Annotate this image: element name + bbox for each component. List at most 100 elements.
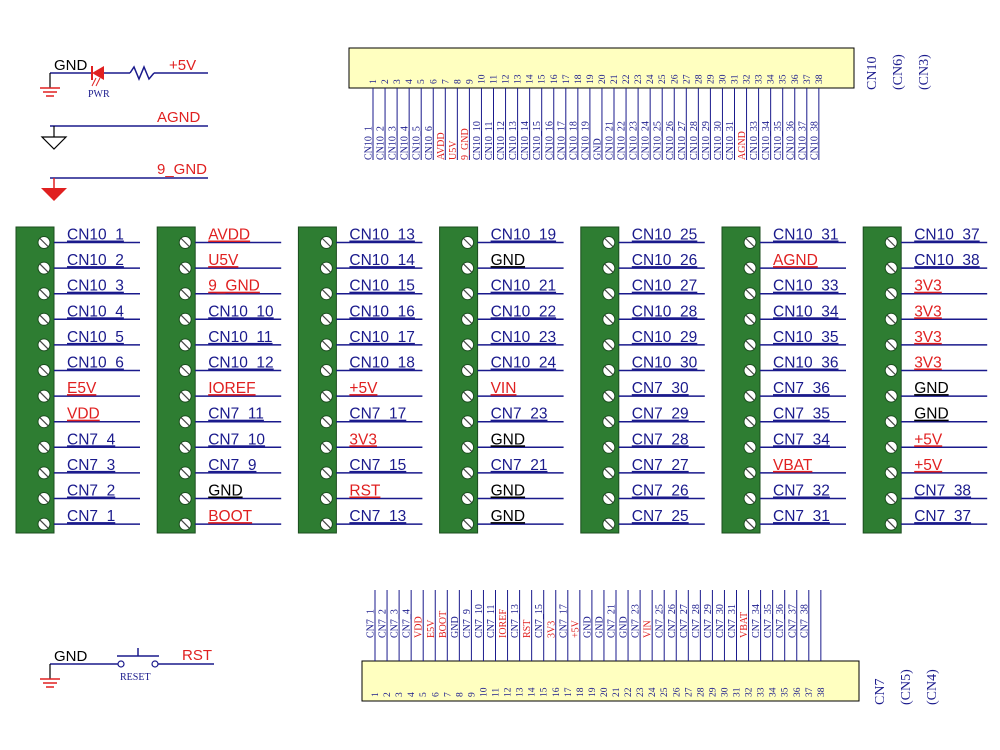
pin-net-label: CN10_5 [412,126,423,160]
pin-net-label: IOREF [498,609,509,638]
terminal-label: CN10_3 [67,278,124,295]
terminal-label: GND [491,483,525,500]
nine-gnd-symbol: 9_GND [41,161,208,201]
agnd-label: AGND [157,109,201,126]
pin-number: 11 [492,688,502,697]
terminal-label: CN7_13 [349,508,406,525]
terminal-label: CN7_27 [632,457,689,474]
terminal-label: CN10_25 [632,227,698,244]
bottom-header-alt-name-1: (CN5) [899,669,914,705]
terminal-label: E5V [67,380,97,397]
terminal-label: CN10_4 [67,303,124,320]
pin-number: 10 [479,687,489,697]
terminal-label: CN10_31 [773,227,839,244]
pin-net-label: CN10_3 [388,126,399,160]
pin-number: 13 [514,74,524,84]
pin-number: 18 [576,687,586,697]
pin-number: 8 [455,692,465,697]
terminal-label: CN7_38 [914,483,971,500]
terminal-label: CN10_33 [773,278,839,295]
terminal-label: RST [349,483,381,500]
terminal-label: CN10_34 [773,303,839,320]
pin-net-label: CN10_10 [472,121,483,160]
pin-net-label: CN7_37 [787,604,798,638]
pin-net-label: CN10_6 [424,126,435,160]
pin-number: 10 [477,74,487,84]
pin-number: 24 [648,687,658,697]
pin-number: 2 [381,79,391,84]
pushbutton-icon [117,648,159,668]
pin-number: 15 [538,74,548,84]
pin-net-label: CN10_19 [580,121,591,160]
pin-number: 33 [755,74,765,84]
pin-number: 8 [453,79,463,84]
terminal-label: CN10_22 [491,303,556,320]
terminal-label: VBAT [773,457,813,474]
pin-number: 13 [516,687,526,697]
terminal-label: GND [208,483,242,500]
pin-net-label: CN10_12 [496,121,507,160]
pin-number: 9 [465,79,475,84]
pin-net-label: CN7_4 [402,609,413,638]
terminal-label: CN7_26 [632,483,689,500]
pin-net-label: 9_GND [460,128,471,160]
top-header-alt-name-1: (CN6) [891,54,906,90]
terminal-label: AGND [773,252,818,269]
pin-number: 19 [588,687,598,697]
pin-net-label: CN7_31 [727,604,738,638]
terminal-label: CN7_34 [773,431,830,448]
pin-number: 35 [781,687,791,697]
pin-net-label: RST [522,620,533,638]
pin-net-label: CN10_21 [605,121,616,160]
pin-number: 4 [407,692,417,697]
pin-number: 36 [793,687,803,697]
pin-number: 31 [731,74,741,84]
reset-gnd-label: GND [54,648,88,665]
pin-number: 37 [805,687,815,697]
pin-net-label: AGND [737,131,748,160]
gnd-label: GND [54,57,88,74]
pin-net-label: CN7_25 [655,604,666,638]
pin-net-label: CN7_17 [558,604,569,638]
pin-net-label: CN10_24 [641,121,652,160]
pin-number: 6 [429,79,439,84]
pin-net-label: CN7_26 [667,604,678,638]
bottom-header-name: CN7 [873,679,888,705]
terminal-label: CN7_9 [208,457,256,474]
pin-net-label: CN7_9 [462,609,473,638]
pin-net-label: AVDD [436,132,447,160]
terminal-label: +5V [349,380,378,397]
terminal-label: CN10_13 [349,227,415,244]
terminal-label: CN10_12 [208,355,274,372]
pin-net-label: CN7_21 [607,604,618,638]
pin-number: 34 [769,687,779,697]
pin-net-label: CN7_1 [366,609,377,638]
pin-net-label: CN7_29 [703,604,714,638]
pin-net-label: CN10_31 [725,121,736,160]
terminal-label: CN10_17 [349,329,415,346]
terminal-label: CN7_37 [914,508,971,525]
pin-number: 27 [684,687,694,697]
terminal-label: +5V [914,431,943,448]
terminal-label: CN10_14 [349,252,415,269]
terminal-label: CN10_21 [491,278,556,295]
terminal-label: CN7_29 [632,406,689,423]
pin-net-label: CN7_28 [691,604,702,638]
pin-net-label: CN10_18 [568,121,579,160]
terminal-label: CN7_1 [67,508,115,525]
terminal-label: CN7_36 [773,380,830,397]
pin-number: 35 [779,74,789,84]
terminal-label: CN10_37 [914,227,980,244]
pin-net-label: VDD [414,616,425,638]
pin-net-label: CN7_23 [631,604,642,638]
pin-number: 6 [431,692,441,697]
pin-net-label: CN10_36 [785,121,796,160]
terminal-label: CN7_11 [208,406,264,423]
pin-net-label: CN7_30 [715,604,726,638]
pin-number: 26 [672,687,682,697]
terminal-label: GND [491,431,525,448]
pin-net-label: GND [619,616,630,638]
terminal-label: GND [914,380,948,397]
terminal-block: CN10_19 GND CN10_21 CN10_22 CN10_23 CN10_24 VI… [439,226,564,534]
pin-number: 32 [743,74,753,84]
